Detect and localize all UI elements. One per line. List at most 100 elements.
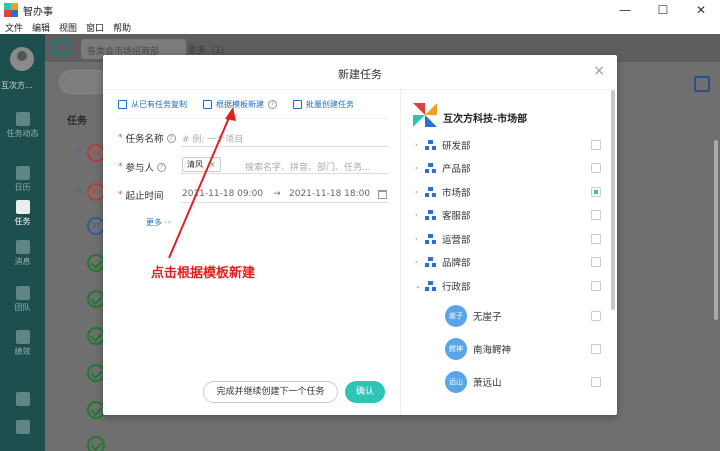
member-checkbox[interactable] <box>591 311 601 321</box>
start-time[interactable]: 2021-11-18 09:00 <box>182 189 263 199</box>
chart-view-icon[interactable] <box>694 76 710 92</box>
remove-tag-icon[interactable]: × <box>209 160 216 169</box>
dept-checkbox[interactable] <box>591 281 601 291</box>
dept-checkbox[interactable] <box>591 140 601 150</box>
dept-checkbox[interactable] <box>591 210 601 220</box>
member-row[interactable]: 崖子 无崖子 <box>445 303 605 329</box>
department-icon <box>425 210 436 220</box>
tree-scrollbar[interactable] <box>611 90 615 310</box>
app-title: 智办事 <box>23 6 53 18</box>
dept-checkbox[interactable] <box>591 234 601 244</box>
help-icon[interactable]: ? <box>166 133 176 143</box>
expand-icon[interactable]: › <box>415 235 425 243</box>
dept-checkbox[interactable] <box>591 163 601 173</box>
range-arrow: → <box>273 189 281 199</box>
confirm-button[interactable]: 确认 <box>345 381 385 403</box>
expand-icon[interactable]: › <box>415 258 425 266</box>
divider <box>400 90 401 415</box>
maximize-button[interactable]: ☐ <box>644 0 682 20</box>
dept-row[interactable]: › 产品部 <box>415 158 605 178</box>
copy-from-task-link[interactable]: 从已有任务复制 <box>118 99 187 110</box>
calendar-icon[interactable] <box>378 190 387 199</box>
copy-icon <box>118 100 127 109</box>
task-name-label: 任务名称 <box>125 134 164 145</box>
dept-row[interactable]: › 研发部 <box>415 135 605 155</box>
home-icon[interactable] <box>53 40 69 56</box>
help-icon[interactable]: ? <box>268 100 277 109</box>
task-name-row: * 任务名称 ? <box>118 131 176 145</box>
sidebar-item-calendar[interactable]: 日历 <box>0 166 45 193</box>
dialog-title: 新建任务 <box>338 68 382 81</box>
row-marker-icon: ⚐ <box>75 147 83 156</box>
dept-row[interactable]: › 市场部 <box>415 182 605 202</box>
menu-help[interactable]: 帮助 <box>113 21 131 34</box>
save-and-continue-button[interactable]: 完成并继续创建下一个任务 <box>203 381 338 403</box>
message-icon <box>15 240 30 254</box>
create-from-template-link[interactable]: 根据模板新建? <box>203 99 277 110</box>
task-name-placeholder: # 例: 一个项目 <box>182 135 244 145</box>
batch-create-link[interactable]: 批量创建任务 <box>293 99 354 110</box>
expand-icon[interactable]: › <box>415 164 425 172</box>
add-user-icon <box>15 392 30 406</box>
sidebar-item-activity[interactable]: 任务动态 <box>0 112 45 139</box>
done-check-icon[interactable] <box>87 436 105 451</box>
more-options-link[interactable]: 更多 ··· <box>146 217 172 228</box>
member-checkbox[interactable] <box>591 344 601 354</box>
calendar-icon <box>15 166 30 180</box>
menu-bar: 文件 编辑 视图 窗口 帮助 <box>0 20 720 34</box>
required-mark: * <box>118 162 123 172</box>
batch-icon <box>293 100 302 109</box>
title-bar: 智办事 — ☐ ✕ <box>0 0 720 20</box>
close-window-button[interactable]: ✕ <box>682 0 720 20</box>
participants-row: * 参与人 ? <box>118 160 167 174</box>
expand-icon[interactable]: › <box>415 211 425 219</box>
menu-window[interactable]: 窗口 <box>86 21 104 34</box>
menu-file[interactable]: 文件 <box>5 21 23 34</box>
dept-row[interactable]: › 客服部 <box>415 205 605 225</box>
participants-placeholder: 搜索名字、拼音、部门、任务... <box>245 163 371 173</box>
sidebar-item-team[interactable]: 团队 <box>0 286 45 313</box>
sidebar-item-messages[interactable]: 消息 <box>0 240 45 267</box>
expand-icon[interactable]: › <box>415 141 425 149</box>
menu-view[interactable]: 视图 <box>59 21 77 34</box>
sidebar-item-performance[interactable]: 绩效 <box>0 330 45 357</box>
dept-row[interactable]: › 品牌部 <box>415 252 605 272</box>
avatar[interactable] <box>10 47 34 71</box>
member-checkbox[interactable] <box>591 377 601 387</box>
create-options: 从已有任务复制 根据模板新建? 批量创建任务 <box>118 99 370 110</box>
page-scrollbar[interactable] <box>714 140 718 320</box>
time-label: 起止时间 <box>125 191 164 202</box>
chart-icon <box>15 330 30 344</box>
member-row[interactable]: 鳄神 南海鳄神 <box>445 336 605 362</box>
minimize-button[interactable]: — <box>606 0 644 20</box>
sidebar-item-tasks[interactable]: 任务 <box>0 200 45 227</box>
department-icon <box>425 234 436 244</box>
tasks-icon <box>15 200 30 214</box>
edit-icon <box>15 420 30 434</box>
edit-button[interactable] <box>0 420 45 436</box>
org-title: 互次方科技-市场部 <box>443 114 528 125</box>
menu-edit[interactable]: 编辑 <box>32 21 50 34</box>
department-icon <box>425 281 436 291</box>
close-icon[interactable]: × <box>593 63 605 79</box>
sidebar: 互次方... 任务动态 日历 任务 消息 团队 绩效 <box>0 34 45 451</box>
app-logo-icon <box>4 3 18 17</box>
department-icon <box>425 257 436 267</box>
participant-tag[interactable]: 清风 × <box>182 157 221 172</box>
dept-checkbox[interactable] <box>591 257 601 267</box>
department-icon <box>425 163 436 173</box>
dept-row[interactable]: ⌄ 行政部 <box>415 276 605 296</box>
member-row[interactable]: 远山 萧远山 <box>445 369 605 395</box>
add-member-button[interactable] <box>0 392 45 408</box>
end-time[interactable]: 2021-11-18 18:00 <box>289 189 370 199</box>
required-mark: * <box>118 133 123 143</box>
sidebar-org-name[interactable]: 互次方... <box>1 80 33 91</box>
avatar: 鳄神 <box>445 338 467 360</box>
dept-checkbox[interactable] <box>591 187 601 197</box>
expand-icon[interactable]: › <box>415 188 425 196</box>
collapse-icon[interactable]: ⌄ <box>415 282 425 290</box>
search-input[interactable] <box>59 70 109 94</box>
dept-row[interactable]: › 运营部 <box>415 229 605 249</box>
help-icon[interactable]: ? <box>157 162 167 172</box>
org-logo-icon <box>413 103 437 127</box>
